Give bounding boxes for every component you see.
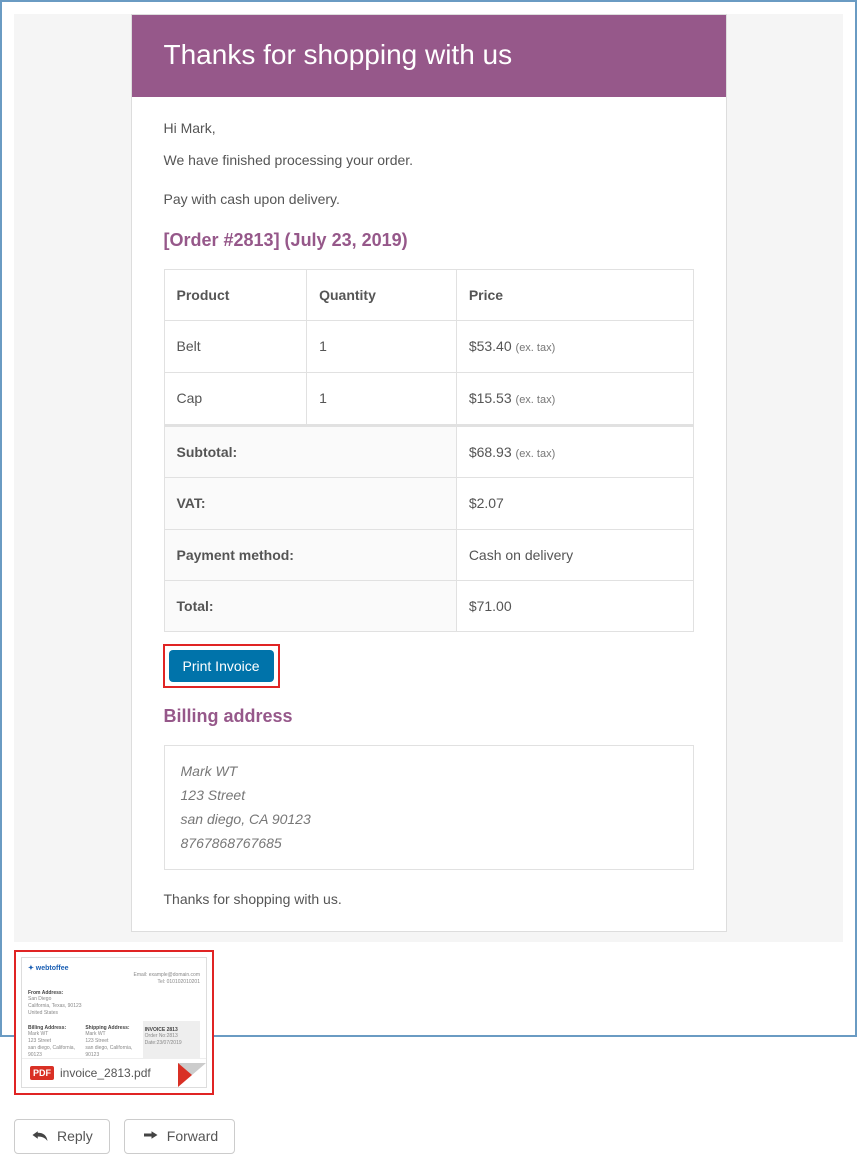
dog-ear-icon <box>178 1063 206 1087</box>
total-row: VAT: $2.07 <box>164 478 693 529</box>
attachment-filename: invoice_2813.pdf <box>60 1066 151 1080</box>
item-product: Cap <box>164 372 307 425</box>
col-product: Product <box>164 269 307 320</box>
payment-instruction: Pay with cash upon delivery. <box>164 188 694 210</box>
order-table: Product Quantity Price Belt 1 $53.40 (ex… <box>164 269 694 632</box>
email-viewer: Thanks for shopping with us Hi Mark, We … <box>0 0 857 1037</box>
total-value: $71.00 <box>456 580 693 631</box>
email-header: Thanks for shopping with us <box>132 15 726 97</box>
email-footer-line: Thanks for shopping with us. <box>164 888 694 910</box>
reply-button[interactable]: Reply <box>14 1119 110 1154</box>
order-email-card: Thanks for shopping with us Hi Mark, We … <box>131 14 727 932</box>
total-label: Payment method: <box>164 529 456 580</box>
attachments-area: ✦ webtoffee Email: example@domain.comTel… <box>2 942 855 1103</box>
total-value: Cash on delivery <box>456 529 693 580</box>
processed-line: We have finished processing your order. <box>164 149 694 171</box>
table-row: Cap 1 $15.53 (ex. tax) <box>164 372 693 425</box>
email-title: Thanks for shopping with us <box>164 39 513 70</box>
item-qty: 1 <box>307 321 457 373</box>
forward-arrow-icon <box>141 1128 159 1145</box>
forward-button[interactable]: Forward <box>124 1119 235 1154</box>
price-value: $15.53 <box>469 390 512 406</box>
billing-phone: 8767868767685 <box>181 832 677 856</box>
greeting-line: Hi Mark, <box>164 117 694 139</box>
total-label: Total: <box>164 580 456 631</box>
print-invoice-highlight: Print Invoice <box>163 644 280 688</box>
total-value: $2.07 <box>456 478 693 529</box>
table-row: Belt 1 $53.40 (ex. tax) <box>164 321 693 373</box>
billing-name: Mark WT <box>181 760 677 784</box>
reply-label: Reply <box>57 1128 93 1144</box>
price-suffix: (ex. tax) <box>516 342 556 354</box>
total-label: VAT: <box>164 478 456 529</box>
total-value: $68.93 (ex. tax) <box>456 425 693 478</box>
billing-address-box: Mark WT 123 Street san diego, CA 90123 8… <box>164 745 694 870</box>
total-label: Subtotal: <box>164 425 456 478</box>
col-quantity: Quantity <box>307 269 457 320</box>
item-qty: 1 <box>307 372 457 425</box>
billing-street: 123 Street <box>181 784 677 808</box>
item-price: $53.40 (ex. tax) <box>456 321 693 373</box>
total-row: Total: $71.00 <box>164 580 693 631</box>
pdf-icon: PDF <box>30 1066 54 1080</box>
order-heading: [Order #2813] (July 23, 2019) <box>164 226 694 255</box>
item-product: Belt <box>164 321 307 373</box>
email-content: Hi Mark, We have finished processing you… <box>132 97 726 931</box>
price-value: $53.40 <box>469 338 512 354</box>
email-action-row: Reply Forward <box>2 1103 855 1170</box>
billing-city: san diego, CA 90123 <box>181 808 677 832</box>
attachment-preview: ✦ webtoffee Email: example@domain.comTel… <box>22 958 206 1058</box>
attachment-filename-bar: PDF invoice_2813.pdf <box>22 1058 206 1087</box>
total-suffix: (ex. tax) <box>516 448 556 460</box>
total-row: Subtotal: $68.93 (ex. tax) <box>164 425 693 478</box>
print-invoice-button[interactable]: Print Invoice <box>169 650 274 682</box>
item-price: $15.53 (ex. tax) <box>456 372 693 425</box>
price-suffix: (ex. tax) <box>516 394 556 406</box>
attachment-invoice-pdf[interactable]: ✦ webtoffee Email: example@domain.comTel… <box>14 950 214 1095</box>
email-body-container: Thanks for shopping with us Hi Mark, We … <box>14 14 843 942</box>
total-row: Payment method: Cash on delivery <box>164 529 693 580</box>
billing-heading: Billing address <box>164 702 694 731</box>
forward-label: Forward <box>167 1128 218 1144</box>
col-price: Price <box>456 269 693 320</box>
total-value-text: $68.93 <box>469 444 512 460</box>
reply-arrow-icon <box>31 1128 49 1145</box>
